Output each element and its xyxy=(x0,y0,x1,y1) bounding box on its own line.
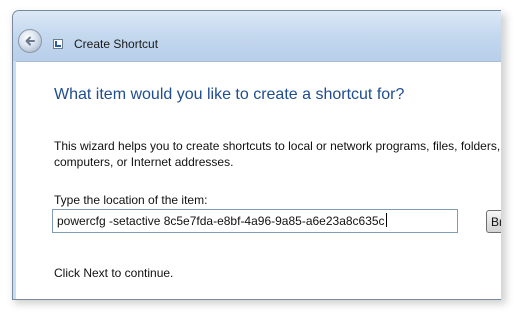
wizard-description: This wizard helps you to create shortcut… xyxy=(54,139,501,169)
location-label: Type the location of the item: xyxy=(54,193,208,207)
wizard-content: What item would you like to create a sho… xyxy=(16,61,501,299)
back-button[interactable] xyxy=(18,29,42,53)
text-caret xyxy=(385,213,387,227)
continue-hint: Click Next to continue. xyxy=(54,266,174,280)
location-input[interactable]: powercfg -setactive 8c5e7fda-e8bf-4a96-9… xyxy=(52,209,458,233)
shortcut-wizard-icon xyxy=(53,39,63,49)
page-title: What item would you like to create a sho… xyxy=(54,86,405,103)
title-bar: Create Shortcut xyxy=(13,11,501,61)
back-arrow-icon xyxy=(25,36,35,46)
create-shortcut-window: Create Shortcut What item would you like… xyxy=(12,10,501,300)
browse-button[interactable]: Browse... xyxy=(486,210,501,233)
location-input-value: powercfg -setactive 8c5e7fda-e8bf-4a96-9… xyxy=(57,214,385,228)
window-title: Create Shortcut xyxy=(74,37,159,51)
